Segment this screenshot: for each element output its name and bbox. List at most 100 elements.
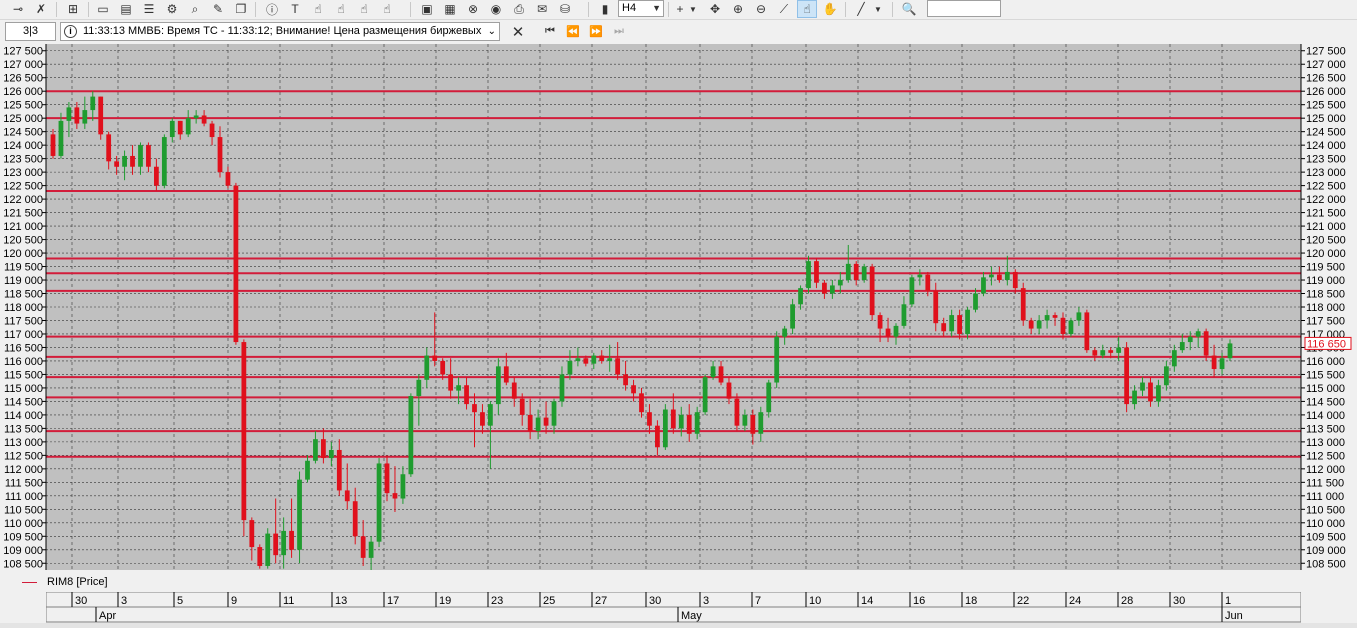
deals-icon[interactable]: ◉ xyxy=(486,0,506,18)
info-icon: i xyxy=(64,25,77,38)
zoom-out-icon[interactable]: ⊖ xyxy=(751,0,771,18)
line-tool-icon[interactable]: ╱ xyxy=(851,0,871,18)
alert-icon[interactable]: ⓘ xyxy=(262,0,282,18)
mail-icon[interactable]: ✉ xyxy=(532,0,552,18)
main-toolbar: ⊸ ✗ ⊞ ▭ ▤ ☰ ⚙ ⌕ ✎ ❐ ⓘ T ☝ ☝ ☝ ☝ ▣ ▦ ⊗ ◉ … xyxy=(0,0,1357,20)
y-tick-label-left: 114 000 xyxy=(4,410,43,422)
candle[interactable] xyxy=(766,379,772,418)
x-tick-label: 19 xyxy=(439,595,451,607)
candle[interactable] xyxy=(408,393,414,477)
hand-tool-3-icon[interactable]: ☝ xyxy=(354,0,374,18)
search-input[interactable] xyxy=(927,0,1001,17)
candle[interactable] xyxy=(1020,282,1026,326)
x-tick-label: 16 xyxy=(913,595,925,607)
candle[interactable] xyxy=(861,263,867,283)
first-page-icon[interactable]: ⏮ xyxy=(540,22,560,41)
y-tick-label-right: 124 500 xyxy=(1306,127,1346,139)
candle[interactable] xyxy=(869,263,875,321)
hand-select-icon[interactable]: ☝ xyxy=(797,0,817,18)
candle[interactable] xyxy=(806,255,811,294)
ruler-icon[interactable]: ⟋ xyxy=(774,0,794,18)
order-icon[interactable]: ▦ xyxy=(440,0,460,18)
quotes-window-icon[interactable]: ▤ xyxy=(116,0,136,18)
copy-window-icon[interactable]: ❐ xyxy=(231,0,251,18)
candle[interactable] xyxy=(241,339,247,537)
table-window-icon[interactable]: ☰ xyxy=(139,0,159,18)
zoom-in-icon[interactable]: ⊕ xyxy=(728,0,748,18)
legend-line-swatch xyxy=(22,582,37,583)
y-tick-label-left: 127 500 xyxy=(3,46,43,58)
y-tick-label-right: 119 500 xyxy=(1306,262,1345,274)
y-tick-label-left: 123 500 xyxy=(3,154,43,166)
database-icon[interactable]: ⛁ xyxy=(555,0,575,18)
hand-tool-2-icon[interactable]: ☝ xyxy=(331,0,351,18)
x-tick-label: 13 xyxy=(335,595,347,607)
candle[interactable] xyxy=(265,528,271,569)
candle[interactable] xyxy=(909,274,915,307)
x-tick-label: 17 xyxy=(387,595,399,607)
chevron-down-icon[interactable]: ▼ xyxy=(872,0,884,18)
move-icon[interactable]: ✥ xyxy=(705,0,725,18)
bottom-scrollbar[interactable] xyxy=(0,623,1357,628)
page-counter[interactable]: 3|3 xyxy=(5,22,56,41)
disconnect-icon[interactable]: ✗ xyxy=(31,0,51,18)
search-window-icon[interactable]: ⌕ xyxy=(185,0,205,18)
hand-pan-icon[interactable]: ✋ xyxy=(820,0,840,18)
candle[interactable] xyxy=(1084,309,1090,353)
y-tick-label-left: 122 500 xyxy=(3,181,43,193)
price-chart[interactable]: 108 500 108 500109 000 109 000109 500 109 5… xyxy=(0,44,1357,574)
connect-icon[interactable]: ⊸ xyxy=(8,0,28,18)
search-icon[interactable]: 🔍 xyxy=(899,0,919,18)
last-page-icon[interactable]: ⏭ xyxy=(609,22,629,41)
candle[interactable] xyxy=(734,393,740,432)
chevron-down-icon: ▼ xyxy=(652,3,661,13)
y-tick-label-right: 117 500 xyxy=(1306,315,1345,327)
y-tick-label-right: 114 000 xyxy=(1306,410,1345,422)
y-tick-label-right: 125 500 xyxy=(1306,100,1346,112)
legend-label: RIM8 [Price] xyxy=(47,576,108,588)
hand-tool-icon[interactable]: ☝ xyxy=(308,0,328,18)
stop-order-icon[interactable]: ⊗ xyxy=(463,0,483,18)
candle[interactable] xyxy=(702,374,708,415)
timeframe-select[interactable]: H4 ▼ xyxy=(618,0,664,17)
last-price-label: 116 650 xyxy=(1307,338,1346,350)
y-tick-label-left: 124 500 xyxy=(3,127,43,139)
chevron-down-icon[interactable]: ▼ xyxy=(687,0,699,18)
next-page-icon[interactable]: ⏩ xyxy=(586,22,606,41)
edit-window-icon[interactable]: ✎ xyxy=(208,0,228,18)
print-icon[interactable]: ⎙ xyxy=(509,0,529,18)
y-tick-label-left: 122 000 xyxy=(3,194,43,206)
settings-window-icon[interactable]: ⚙ xyxy=(162,0,182,18)
y-tick-label-left: 112 000 xyxy=(4,464,43,476)
candle[interactable] xyxy=(774,331,780,388)
y-tick-label-left: 110 500 xyxy=(4,504,43,516)
candle[interactable] xyxy=(1068,317,1074,337)
hand-tool-4-icon[interactable]: ☝ xyxy=(377,0,397,18)
close-icon[interactable]: ✕ xyxy=(508,22,528,41)
y-tick-label-right: 118 000 xyxy=(1306,302,1345,314)
candle[interactable] xyxy=(376,458,382,548)
y-tick-label-left: 109 000 xyxy=(3,545,43,557)
y-tick-label-left: 116 500 xyxy=(4,342,43,354)
candle[interactable] xyxy=(98,96,104,140)
message-dropdown[interactable]: i 11:33:13 ММВБ: Время ТС - 11:33:12; Вн… xyxy=(60,22,500,41)
prev-page-icon[interactable]: ⏪ xyxy=(563,22,583,41)
portfolio-icon[interactable]: ▣ xyxy=(417,0,437,18)
y-tick-label-left: 112 500 xyxy=(4,450,43,462)
text-tool-icon[interactable]: T xyxy=(285,0,305,18)
y-tick-label-right: 118 500 xyxy=(1306,289,1345,301)
candle[interactable] xyxy=(662,404,668,450)
candle[interactable] xyxy=(257,544,263,569)
month-label: Jun xyxy=(1225,610,1243,622)
chart-window-icon[interactable]: ▭ xyxy=(93,0,113,18)
candle[interactable] xyxy=(161,134,167,189)
x-tick-label: 3 xyxy=(703,595,709,607)
candle[interactable] xyxy=(1124,342,1130,413)
x-tick-label: 11 xyxy=(283,595,294,607)
y-tick-label-right: 113 000 xyxy=(1306,437,1345,449)
new-window-icon[interactable]: ⊞ xyxy=(63,0,83,18)
y-tick-label-left: 119 500 xyxy=(4,262,43,274)
candle[interactable] xyxy=(297,471,302,564)
candle[interactable] xyxy=(233,182,239,345)
bar-chart-icon[interactable]: ▮ xyxy=(595,0,615,18)
